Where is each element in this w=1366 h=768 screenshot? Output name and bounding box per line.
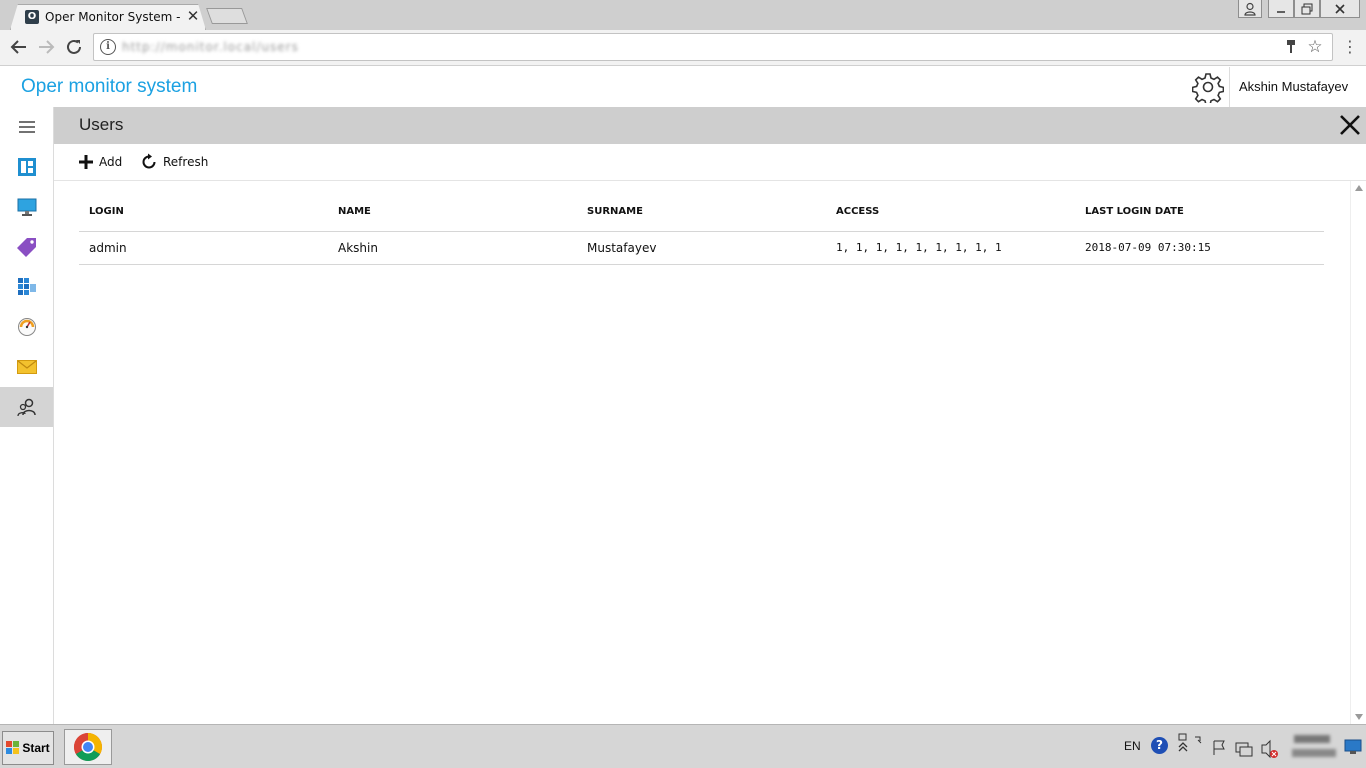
monitor-icon[interactable] bbox=[0, 187, 53, 227]
header-divider bbox=[1229, 67, 1230, 107]
url-text[interactable]: http://monitor.local/users bbox=[122, 40, 299, 54]
table-header-row: LOGIN NAME SURNAME ACCESS LAST LOGIN DAT… bbox=[79, 193, 1324, 232]
app-header: Oper monitor system Akshin Mustafayev bbox=[0, 67, 1366, 107]
star-icon[interactable]: ☆ bbox=[1306, 37, 1324, 57]
mail-icon[interactable] bbox=[0, 347, 53, 387]
column-header-name[interactable]: NAME bbox=[328, 193, 577, 232]
start-label: Start bbox=[22, 741, 50, 755]
column-header-surname[interactable]: SURNAME bbox=[577, 193, 826, 232]
users-content: LOGIN NAME SURNAME ACCESS LAST LOGIN DAT… bbox=[54, 181, 1350, 724]
refresh-button-label: Refresh bbox=[163, 155, 209, 169]
panel-header: Users bbox=[54, 107, 1366, 144]
os-taskbar: Start EN ? bbox=[0, 724, 1366, 768]
tab-favicon-icon: O bbox=[25, 10, 39, 24]
column-header-login[interactable]: LOGIN bbox=[79, 193, 328, 232]
back-icon[interactable] bbox=[7, 35, 31, 59]
help-icon[interactable]: ? bbox=[1151, 737, 1168, 754]
dashboard-icon[interactable] bbox=[0, 147, 53, 187]
tray-expand-icon[interactable] bbox=[1176, 733, 1190, 761]
show-desktop-icon[interactable] bbox=[1344, 739, 1362, 755]
new-tab-button[interactable] bbox=[206, 8, 248, 24]
window-user-button[interactable] bbox=[1238, 0, 1262, 18]
key-icon[interactable] bbox=[1284, 39, 1298, 55]
gauge-icon[interactable] bbox=[0, 307, 53, 347]
window-maximize-button[interactable] bbox=[1294, 0, 1320, 18]
tab-close-icon[interactable]: ✕ bbox=[185, 7, 201, 25]
close-icon[interactable] bbox=[1338, 113, 1364, 139]
scroll-up-icon[interactable] bbox=[1355, 185, 1363, 191]
window-close-button[interactable] bbox=[1320, 0, 1360, 18]
user-name[interactable]: Akshin Mustafayev bbox=[1239, 79, 1348, 94]
clock[interactable] bbox=[1290, 731, 1338, 763]
chrome-taskbar-button[interactable] bbox=[64, 729, 112, 765]
address-bar[interactable]: i http://monitor.local/users ☆ bbox=[93, 33, 1333, 61]
menu-icon[interactable]: ⋮ bbox=[1342, 36, 1358, 58]
gear-icon[interactable] bbox=[1191, 71, 1225, 106]
language-indicator[interactable]: EN bbox=[1124, 739, 1141, 753]
system-tray bbox=[1192, 729, 1284, 765]
cell-access: 1, 1, 1, 1, 1, 1, 1, 1, 1 bbox=[826, 231, 1075, 265]
chrome-icon bbox=[74, 733, 102, 761]
sidebar bbox=[0, 107, 54, 724]
users-icon[interactable] bbox=[0, 387, 53, 427]
scroll-down-icon[interactable] bbox=[1355, 714, 1363, 720]
browser-tabstrip: O Oper Monitor System - Port ✕ bbox=[0, 0, 1366, 30]
vertical-scrollbar[interactable] bbox=[1350, 181, 1366, 724]
tag-icon[interactable] bbox=[0, 227, 53, 267]
refresh-button[interactable]: Refresh bbox=[140, 152, 208, 172]
plus-icon bbox=[79, 155, 93, 169]
add-button[interactable]: Add bbox=[78, 152, 122, 172]
browser-toolbar: i http://monitor.local/users ☆ ⋮ bbox=[0, 30, 1366, 66]
action-bar: Add Refresh bbox=[54, 144, 1366, 181]
tiles-icon[interactable] bbox=[0, 267, 53, 307]
hamburger-icon[interactable] bbox=[0, 107, 53, 147]
cell-login: admin bbox=[79, 231, 328, 265]
add-button-label: Add bbox=[99, 155, 123, 169]
column-header-access[interactable]: ACCESS bbox=[826, 193, 1075, 232]
app-title[interactable]: Oper monitor system bbox=[21, 76, 197, 98]
page-title: Users bbox=[79, 115, 124, 134]
users-table: LOGIN NAME SURNAME ACCESS LAST LOGIN DAT… bbox=[79, 193, 1324, 265]
windows-logo-icon bbox=[6, 741, 20, 754]
info-icon[interactable]: i bbox=[100, 39, 116, 55]
window-minimize-button[interactable] bbox=[1268, 0, 1294, 18]
start-button[interactable]: Start bbox=[2, 731, 54, 765]
column-header-last-login-date[interactable]: LAST LOGIN DATE bbox=[1075, 193, 1324, 232]
refresh-icon bbox=[142, 153, 156, 169]
reload-icon[interactable] bbox=[62, 35, 86, 59]
cell-surname: Mustafayev bbox=[577, 231, 826, 265]
tab-title: Oper Monitor System - Port bbox=[45, 10, 181, 24]
cell-last-login-date: 2018-07-09 07:30:15 bbox=[1075, 231, 1324, 265]
screen: O Oper Monitor System - Port ✕ i bbox=[0, 0, 1366, 768]
table-row[interactable]: admin Akshin Mustafayev 1, 1, 1, 1, 1, 1… bbox=[79, 231, 1324, 265]
cell-name: Akshin bbox=[328, 231, 577, 265]
browser-tab[interactable]: O Oper Monitor System - Port ✕ bbox=[10, 4, 206, 30]
forward-icon[interactable] bbox=[34, 35, 58, 59]
